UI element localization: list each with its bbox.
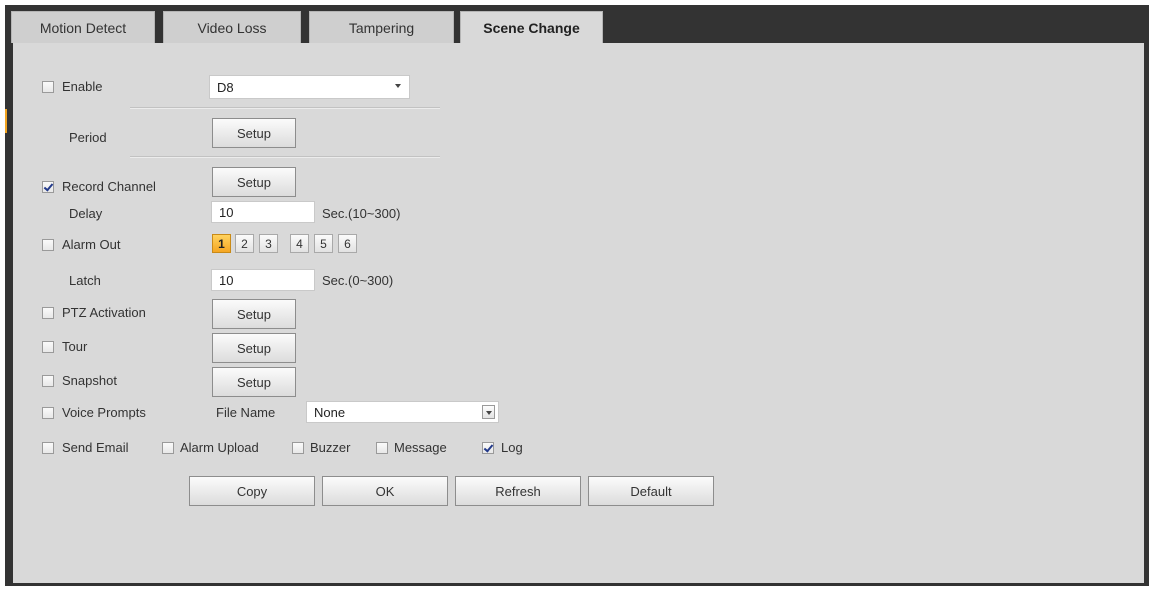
log-checkbox[interactable] xyxy=(482,442,494,454)
alarm-out-label: Alarm Out xyxy=(62,237,121,252)
alarm-output-5[interactable]: 5 xyxy=(314,234,333,253)
buzzer-checkbox[interactable] xyxy=(292,442,304,454)
tour-setup-button[interactable]: Setup xyxy=(212,333,296,363)
record-channel-checkbox[interactable] xyxy=(42,181,54,193)
alarm-output-2[interactable]: 2 xyxy=(235,234,254,253)
tab-scene-change[interactable]: Scene Change xyxy=(460,11,603,44)
ok-button[interactable]: OK xyxy=(322,476,448,506)
ptz-activation-label: PTZ Activation xyxy=(62,305,146,320)
message-label: Message xyxy=(394,440,447,455)
enable-label: Enable xyxy=(62,79,103,94)
alarm-output-6[interactable]: 6 xyxy=(338,234,357,253)
copy-button[interactable]: Copy xyxy=(189,476,315,506)
period-label: Period xyxy=(69,130,107,145)
message-checkbox[interactable] xyxy=(376,442,388,454)
voice-prompts-label: Voice Prompts xyxy=(62,405,146,420)
channel-select[interactable]: D8 xyxy=(209,75,410,99)
tab-tampering[interactable]: Tampering xyxy=(309,11,454,43)
latch-label: Latch xyxy=(69,273,101,288)
record-channel-setup-button[interactable]: Setup xyxy=(212,167,296,197)
alarm-output-3[interactable]: 3 xyxy=(259,234,278,253)
send-email-label: Send Email xyxy=(62,440,129,455)
alarm-out-checkbox[interactable] xyxy=(42,239,54,251)
delay-label: Delay xyxy=(69,206,103,221)
chevron-down-icon xyxy=(482,405,495,419)
divider xyxy=(130,107,440,109)
left-accent-marker xyxy=(5,109,7,133)
tab-motion-detect[interactable]: Motion Detect xyxy=(11,11,155,43)
channel-select-value: D8 xyxy=(217,80,234,95)
tour-label: Tour xyxy=(62,339,88,354)
tour-checkbox[interactable] xyxy=(42,341,54,353)
divider xyxy=(130,156,440,158)
app-frame: Motion Detect Video Loss Tampering Scene… xyxy=(5,5,1149,586)
snapshot-setup-button[interactable]: Setup xyxy=(212,367,296,397)
snapshot-label: Snapshot xyxy=(62,373,117,388)
latch-input[interactable] xyxy=(211,269,315,291)
file-name-select[interactable]: None xyxy=(306,401,499,423)
period-setup-button[interactable]: Setup xyxy=(212,118,296,148)
default-button[interactable]: Default xyxy=(588,476,714,506)
enable-checkbox[interactable] xyxy=(42,81,54,93)
log-label: Log xyxy=(501,440,523,455)
chevron-down-icon xyxy=(392,79,406,94)
latch-range-label: Sec.(0~300) xyxy=(322,273,394,288)
snapshot-checkbox[interactable] xyxy=(42,375,54,387)
record-channel-label: Record Channel xyxy=(62,179,156,194)
buzzer-label: Buzzer xyxy=(310,440,351,455)
alarm-upload-checkbox[interactable] xyxy=(162,442,174,454)
ptz-setup-button[interactable]: Setup xyxy=(212,299,296,329)
send-email-checkbox[interactable] xyxy=(42,442,54,454)
alarm-output-4[interactable]: 4 xyxy=(290,234,309,253)
file-name-value: None xyxy=(314,405,346,420)
refresh-button[interactable]: Refresh xyxy=(455,476,581,506)
delay-range-label: Sec.(10~300) xyxy=(322,206,401,221)
file-name-label: File Name xyxy=(216,405,276,420)
voice-prompts-checkbox[interactable] xyxy=(42,407,54,419)
alarm-output-1[interactable]: 1 xyxy=(212,234,231,253)
settings-panel: Enable D8 Period Setup Record Channel Se… xyxy=(13,43,1144,583)
delay-input[interactable] xyxy=(211,201,315,223)
alarm-upload-label: Alarm Upload xyxy=(180,440,259,455)
ptz-activation-checkbox[interactable] xyxy=(42,307,54,319)
tab-video-loss[interactable]: Video Loss xyxy=(163,11,301,43)
